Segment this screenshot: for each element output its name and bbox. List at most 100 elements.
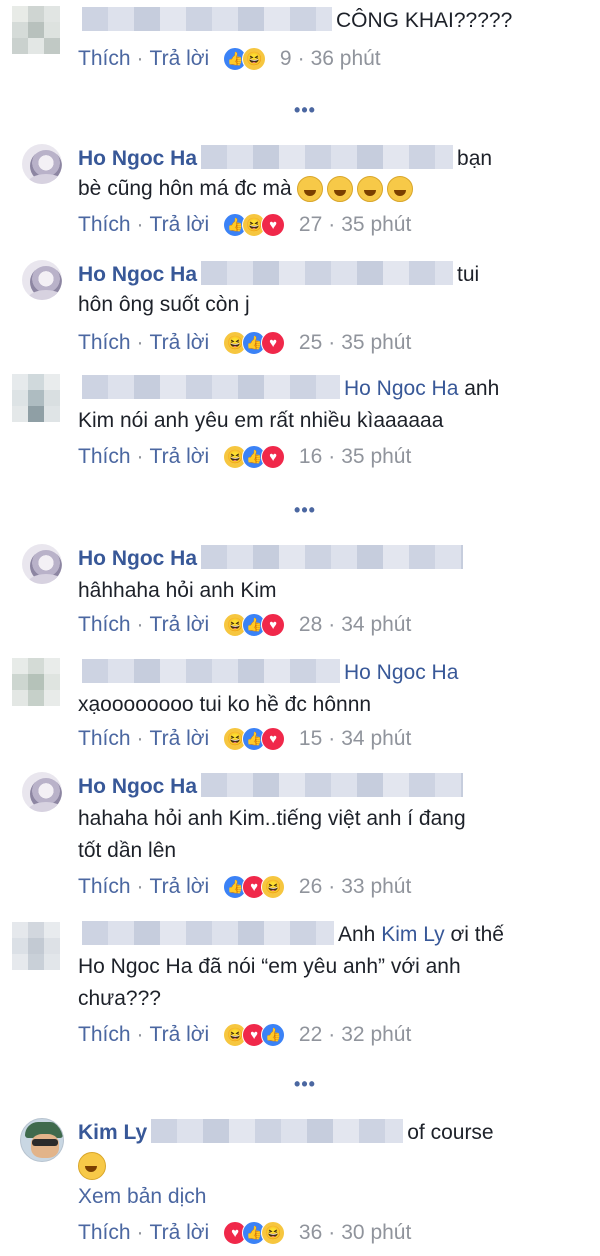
- comment-text: hôn ông suốt còn j: [78, 293, 250, 316]
- haha-icon: 😆: [261, 874, 286, 899]
- reactions[interactable]: 😆 👍 ♥: [223, 443, 286, 469]
- comment-text: hahaha hỏi anh Kim..tiếng việt anh í đan…: [78, 807, 466, 830]
- reaction-count: 9: [279, 47, 292, 70]
- author-name[interactable]: Kim Ly: [78, 1121, 147, 1144]
- like-link[interactable]: Thích: [78, 213, 131, 236]
- reply-link[interactable]: Trả lời: [150, 1221, 210, 1244]
- reaction-count: 26: [298, 875, 323, 898]
- blurred-name: [82, 921, 334, 946]
- like-link[interactable]: Thích: [78, 727, 131, 750]
- timestamp[interactable]: 36 phút: [311, 47, 381, 70]
- like-link[interactable]: Thích: [78, 47, 131, 70]
- avatar[interactable]: [22, 260, 62, 300]
- avatar[interactable]: [12, 374, 60, 422]
- timestamp[interactable]: 34 phút: [341, 613, 411, 636]
- reactions[interactable]: 👍 ♥ 😆: [223, 873, 286, 899]
- like-link[interactable]: Thích: [78, 1221, 131, 1244]
- reply-link[interactable]: Trả lời: [150, 727, 210, 750]
- like-icon: 👍: [261, 1022, 286, 1047]
- like-link[interactable]: Thích: [78, 875, 131, 898]
- grinning-sweat-icon: [327, 176, 354, 203]
- blurred-name: [201, 261, 454, 286]
- more-replies-button[interactable]: •••: [290, 500, 320, 521]
- reaction-count: 16: [298, 445, 323, 468]
- comment-text: ơi thế: [450, 923, 504, 946]
- grinning-sweat-icon: [297, 176, 324, 203]
- comment-text: Anh: [338, 923, 376, 946]
- reply-link[interactable]: Trả lời: [150, 445, 210, 468]
- haha-icon: 😆: [261, 1220, 286, 1245]
- like-link[interactable]: Thích: [78, 613, 131, 636]
- more-replies-button[interactable]: •••: [290, 1074, 320, 1095]
- reply-link[interactable]: Trả lời: [150, 331, 210, 354]
- reactions[interactable]: 😆 👍 ♥: [223, 725, 286, 751]
- timestamp[interactable]: 30 phút: [341, 1221, 411, 1244]
- comment-text: bè cũng hôn má đc mà: [78, 177, 292, 200]
- tagged-user[interactable]: Ho Ngoc Ha: [344, 377, 458, 400]
- reactions[interactable]: 😆 👍 ♥: [223, 329, 286, 355]
- reaction-count: 25: [298, 331, 323, 354]
- reactions[interactable]: ♥ 👍 😆: [223, 1219, 286, 1245]
- see-translation-link[interactable]: Xem bản dịch: [78, 1185, 206, 1208]
- comment-text: tui: [457, 263, 480, 286]
- timestamp[interactable]: 35 phút: [341, 445, 411, 468]
- reaction-count: 22: [298, 1023, 323, 1046]
- reply-link[interactable]: Trả lời: [150, 1023, 210, 1046]
- love-icon: ♥: [261, 330, 286, 355]
- timestamp[interactable]: 34 phút: [341, 727, 411, 750]
- comment-text: tốt dần lên: [78, 839, 177, 862]
- avatar[interactable]: [22, 544, 62, 584]
- timestamp[interactable]: 35 phút: [341, 213, 411, 236]
- comment-text: xạoooooooo tui ko hề đc hônnn: [78, 693, 372, 716]
- tagged-user[interactable]: Ho Ngoc Ha: [344, 661, 458, 684]
- comment-text: CÔNG KHAI?????: [336, 9, 513, 32]
- love-icon: ♥: [261, 444, 286, 469]
- author-name[interactable]: Ho Ngoc Ha: [78, 147, 197, 170]
- blurred-name: [151, 1119, 404, 1144]
- blurred-name: [82, 375, 340, 400]
- grinning-sweat-icon: [387, 176, 414, 203]
- avatar[interactable]: [20, 1118, 64, 1162]
- reaction-count: 27: [298, 213, 323, 236]
- timestamp[interactable]: 33 phút: [341, 875, 411, 898]
- blurred-name: [201, 773, 464, 798]
- timestamp[interactable]: 32 phút: [341, 1023, 411, 1046]
- grinning-sweat-icon: [357, 176, 384, 203]
- comment-text: Ho Ngoc Ha đã nói “em yêu anh” với anh: [78, 955, 461, 978]
- author-name[interactable]: Ho Ngoc Ha: [78, 263, 197, 286]
- avatar[interactable]: [12, 6, 60, 54]
- tagged-user[interactable]: Kim Ly: [381, 923, 444, 946]
- more-replies-button[interactable]: •••: [290, 100, 320, 121]
- timestamp[interactable]: 35 phút: [341, 331, 411, 354]
- reaction-count: 28: [298, 613, 323, 636]
- reply-link[interactable]: Trả lời: [150, 875, 210, 898]
- reactions[interactable]: 👍 😆: [223, 45, 267, 71]
- avatar[interactable]: [22, 144, 62, 184]
- reactions[interactable]: 😆 👍 ♥: [223, 611, 286, 637]
- avatar[interactable]: [12, 922, 60, 970]
- comment-text: chưa???: [78, 987, 161, 1010]
- author-name[interactable]: Ho Ngoc Ha: [78, 547, 197, 570]
- smiley-icon: [78, 1152, 106, 1180]
- reaction-count: 15: [298, 727, 323, 750]
- like-link[interactable]: Thích: [78, 331, 131, 354]
- blurred-name: [82, 7, 332, 32]
- like-link[interactable]: Thích: [78, 445, 131, 468]
- reactions[interactable]: 👍 😆 ♥: [223, 211, 286, 237]
- comment-text: anh: [464, 377, 500, 400]
- reply-link[interactable]: Trả lời: [150, 47, 210, 70]
- comment-text: hâhhaha hỏi anh Kim: [78, 579, 277, 602]
- like-link[interactable]: Thích: [78, 1023, 131, 1046]
- author-name[interactable]: Ho Ngoc Ha: [78, 775, 197, 798]
- reply-link[interactable]: Trả lời: [150, 213, 210, 236]
- avatar[interactable]: [12, 658, 60, 706]
- love-icon: ♥: [261, 212, 286, 237]
- blurred-name: [201, 545, 464, 570]
- haha-icon: 😆: [242, 46, 267, 71]
- comment-text: Kim nói anh yêu em rất nhiều kìaaaaaa: [78, 409, 444, 432]
- avatar[interactable]: [22, 772, 62, 812]
- reply-link[interactable]: Trả lời: [150, 613, 210, 636]
- reaction-count: 36: [298, 1221, 323, 1244]
- reactions[interactable]: 😆 ♥ 👍: [223, 1021, 286, 1047]
- love-icon: ♥: [261, 726, 286, 751]
